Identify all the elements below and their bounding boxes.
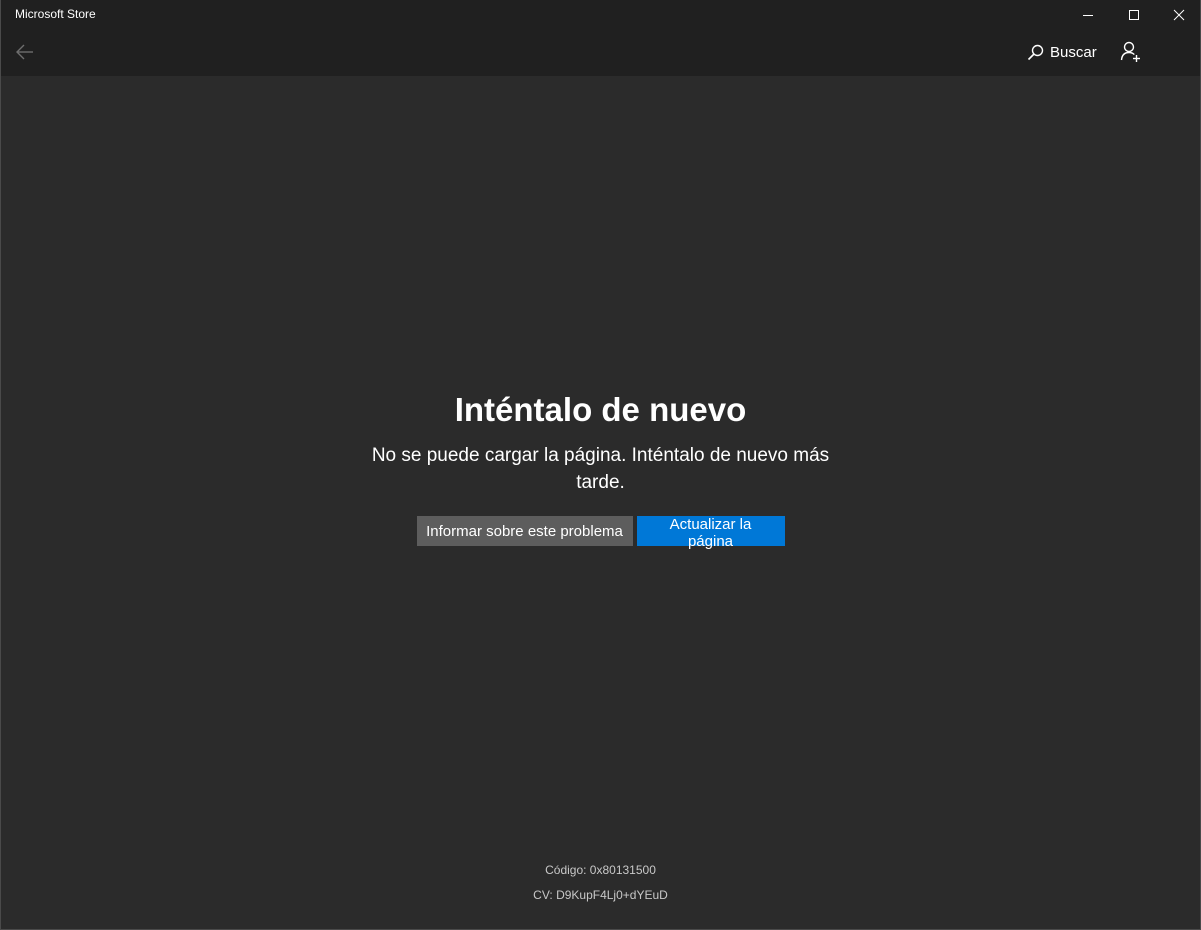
title-bar[interactable]: Microsoft Store: [1, 0, 1200, 30]
correlation-vector: CV: D9KupF4Lj0+dYEuD: [533, 888, 668, 902]
app-bar: Buscar: [1, 30, 1200, 76]
back-arrow-icon: [16, 44, 33, 60]
content-area: Inténtalo de nuevo No se puede cargar la…: [1, 76, 1200, 929]
error-title: Inténtalo de nuevo: [454, 391, 747, 428]
error-details: Código: 0x80131500 CV: D9KupF4Lj0+dYEuD: [1, 862, 1200, 912]
search-button[interactable]: Buscar: [1021, 34, 1103, 70]
minimize-icon: [1083, 15, 1093, 16]
back-button[interactable]: [5, 30, 45, 74]
maximize-icon: [1129, 10, 1139, 20]
search-icon: [1027, 44, 1044, 60]
store-window: Microsoft Store Buscar Inténtalo de nuev…: [0, 0, 1201, 930]
add-account-icon: [1120, 41, 1140, 62]
refresh-page-button[interactable]: Actualizar la página: [636, 516, 785, 550]
account-button[interactable]: [1111, 32, 1151, 72]
minimize-button[interactable]: [1065, 0, 1111, 30]
maximize-button[interactable]: [1111, 0, 1157, 30]
close-button[interactable]: [1156, 0, 1201, 30]
report-problem-button[interactable]: Informar sobre este problema: [416, 516, 633, 546]
error-code: Código: 0x80131500: [545, 863, 656, 877]
close-icon: [1173, 9, 1185, 21]
error-actions: Informar sobre este problema Actualizar …: [1, 516, 1200, 550]
search-label: Buscar: [1050, 43, 1097, 61]
error-message: No se puede cargar la página. Inténtalo …: [371, 445, 830, 493]
error-panel: Inténtalo de nuevo No se puede cargar la…: [1, 388, 1200, 550]
app-title: Microsoft Store: [15, 7, 96, 21]
